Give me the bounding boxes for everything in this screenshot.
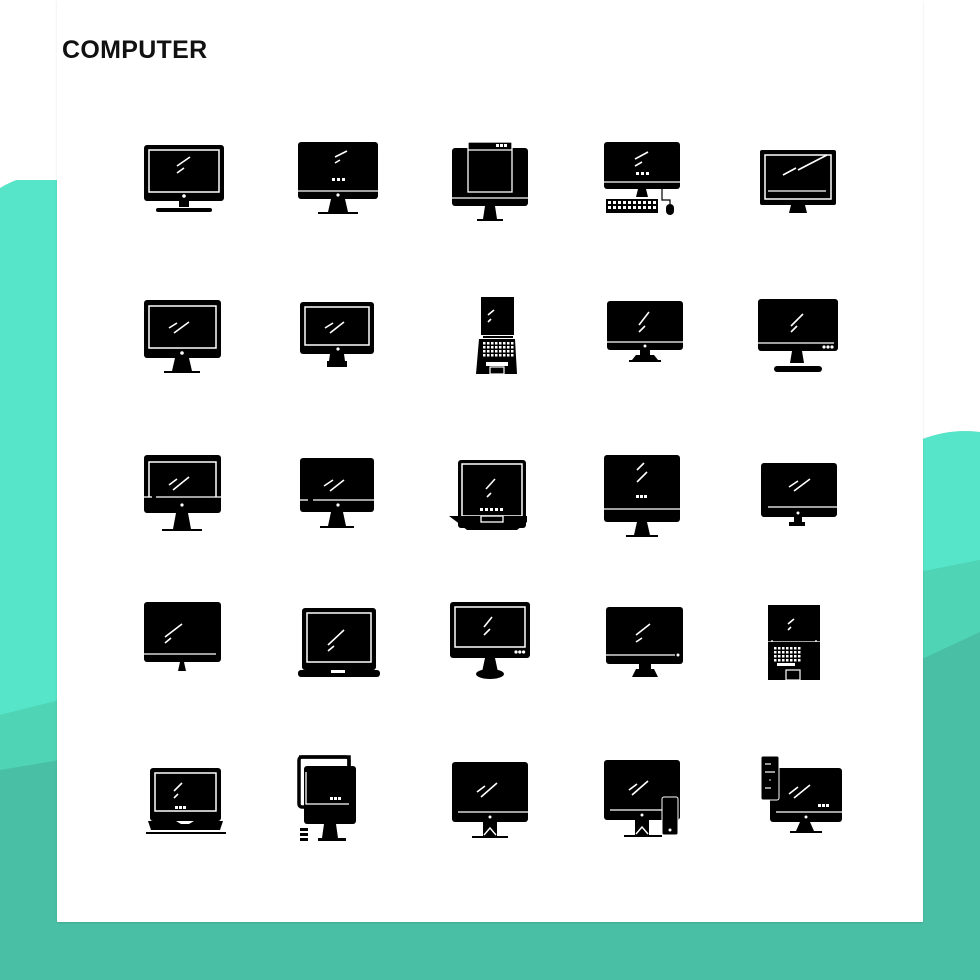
laptop-framed-icon-graphic: [449, 460, 527, 530]
monitor-widescreen-icon: [746, 130, 846, 230]
monitor-framed-screen-icon: [132, 130, 232, 230]
monitor-stand-arrow-icon-graphic: [452, 762, 528, 838]
desktop-keyboard-mouse-icon-graphic: [604, 142, 680, 215]
laptop-flat-keyboard-icon: [746, 590, 846, 690]
monitor-split-chin-icon: [286, 437, 386, 537]
monitor-stand-arrow-icon: [440, 742, 540, 842]
monitor-widescreen-icon-graphic: [760, 150, 836, 213]
monitor-framed-small-stand-icon-graphic: [300, 302, 374, 367]
monitor-slim-stand-icon: [132, 590, 232, 690]
monitor-phone-icon: [592, 742, 692, 842]
monitor-dots-stand-icon: [746, 285, 846, 385]
monitor-indicator-icon-graphic: [606, 607, 683, 677]
monitor-chin-dots-icon: [286, 130, 386, 230]
desktop-keyboard-mouse-icon: [592, 130, 692, 230]
monitor-split-chin-icon-graphic: [300, 458, 374, 528]
monitor-framed-small-stand-icon: [286, 285, 386, 385]
monitor-chin-dots-icon-graphic: [298, 142, 378, 214]
monitor-slim-stand-icon-graphic: [144, 602, 221, 671]
monitor-sync-windows-icon-graphic: [297, 755, 356, 841]
monitor-framed-screen-icon-graphic: [144, 145, 224, 212]
bg-white-left: [0, 0, 60, 188]
monitor-compact-icon: [746, 437, 846, 537]
monitor-dots-chin-icon: [592, 437, 692, 537]
laptop-dots-icon-graphic: [146, 768, 226, 834]
laptop-icon-graphic: [298, 608, 380, 677]
monitor-window-app-icon: [440, 130, 540, 230]
monitor-partial-frame-icon: [132, 437, 232, 537]
laptop-open-keyboard-icon: [440, 285, 540, 385]
monitor-chin-icon-graphic: [607, 301, 683, 362]
bg-wave-right-light: [920, 431, 980, 572]
monitor-round-base-icon-graphic: [450, 602, 530, 679]
laptop-dots-icon: [132, 742, 232, 842]
monitor-chin-icon: [592, 285, 692, 385]
monitor-phone-icon-graphic: [604, 760, 680, 837]
monitor-compact-icon-graphic: [761, 463, 837, 526]
monitor-dots-stand-icon-graphic: [758, 299, 838, 372]
monitor-round-base-icon: [440, 590, 540, 690]
page-title: COMPUTER: [62, 36, 208, 64]
monitor-window-app-icon-graphic: [452, 141, 528, 221]
laptop-open-keyboard-icon-graphic: [476, 297, 517, 375]
monitor-indicator-icon: [592, 590, 692, 690]
bg-wave-left-light: [0, 175, 60, 716]
bg-white-right: [920, 0, 980, 440]
desktop-tower-icon-graphic: [760, 755, 842, 833]
monitor-sync-windows-icon: [286, 742, 386, 842]
monitor-framed-icon: [132, 285, 232, 385]
laptop-framed-icon: [440, 437, 540, 537]
monitor-framed-icon-graphic: [144, 300, 221, 373]
laptop-icon: [286, 590, 386, 690]
monitor-partial-frame-icon-graphic: [144, 455, 221, 531]
laptop-flat-keyboard-icon-graphic: [768, 605, 820, 681]
desktop-tower-icon: [746, 742, 846, 842]
monitor-dots-chin-icon-graphic: [604, 455, 680, 537]
